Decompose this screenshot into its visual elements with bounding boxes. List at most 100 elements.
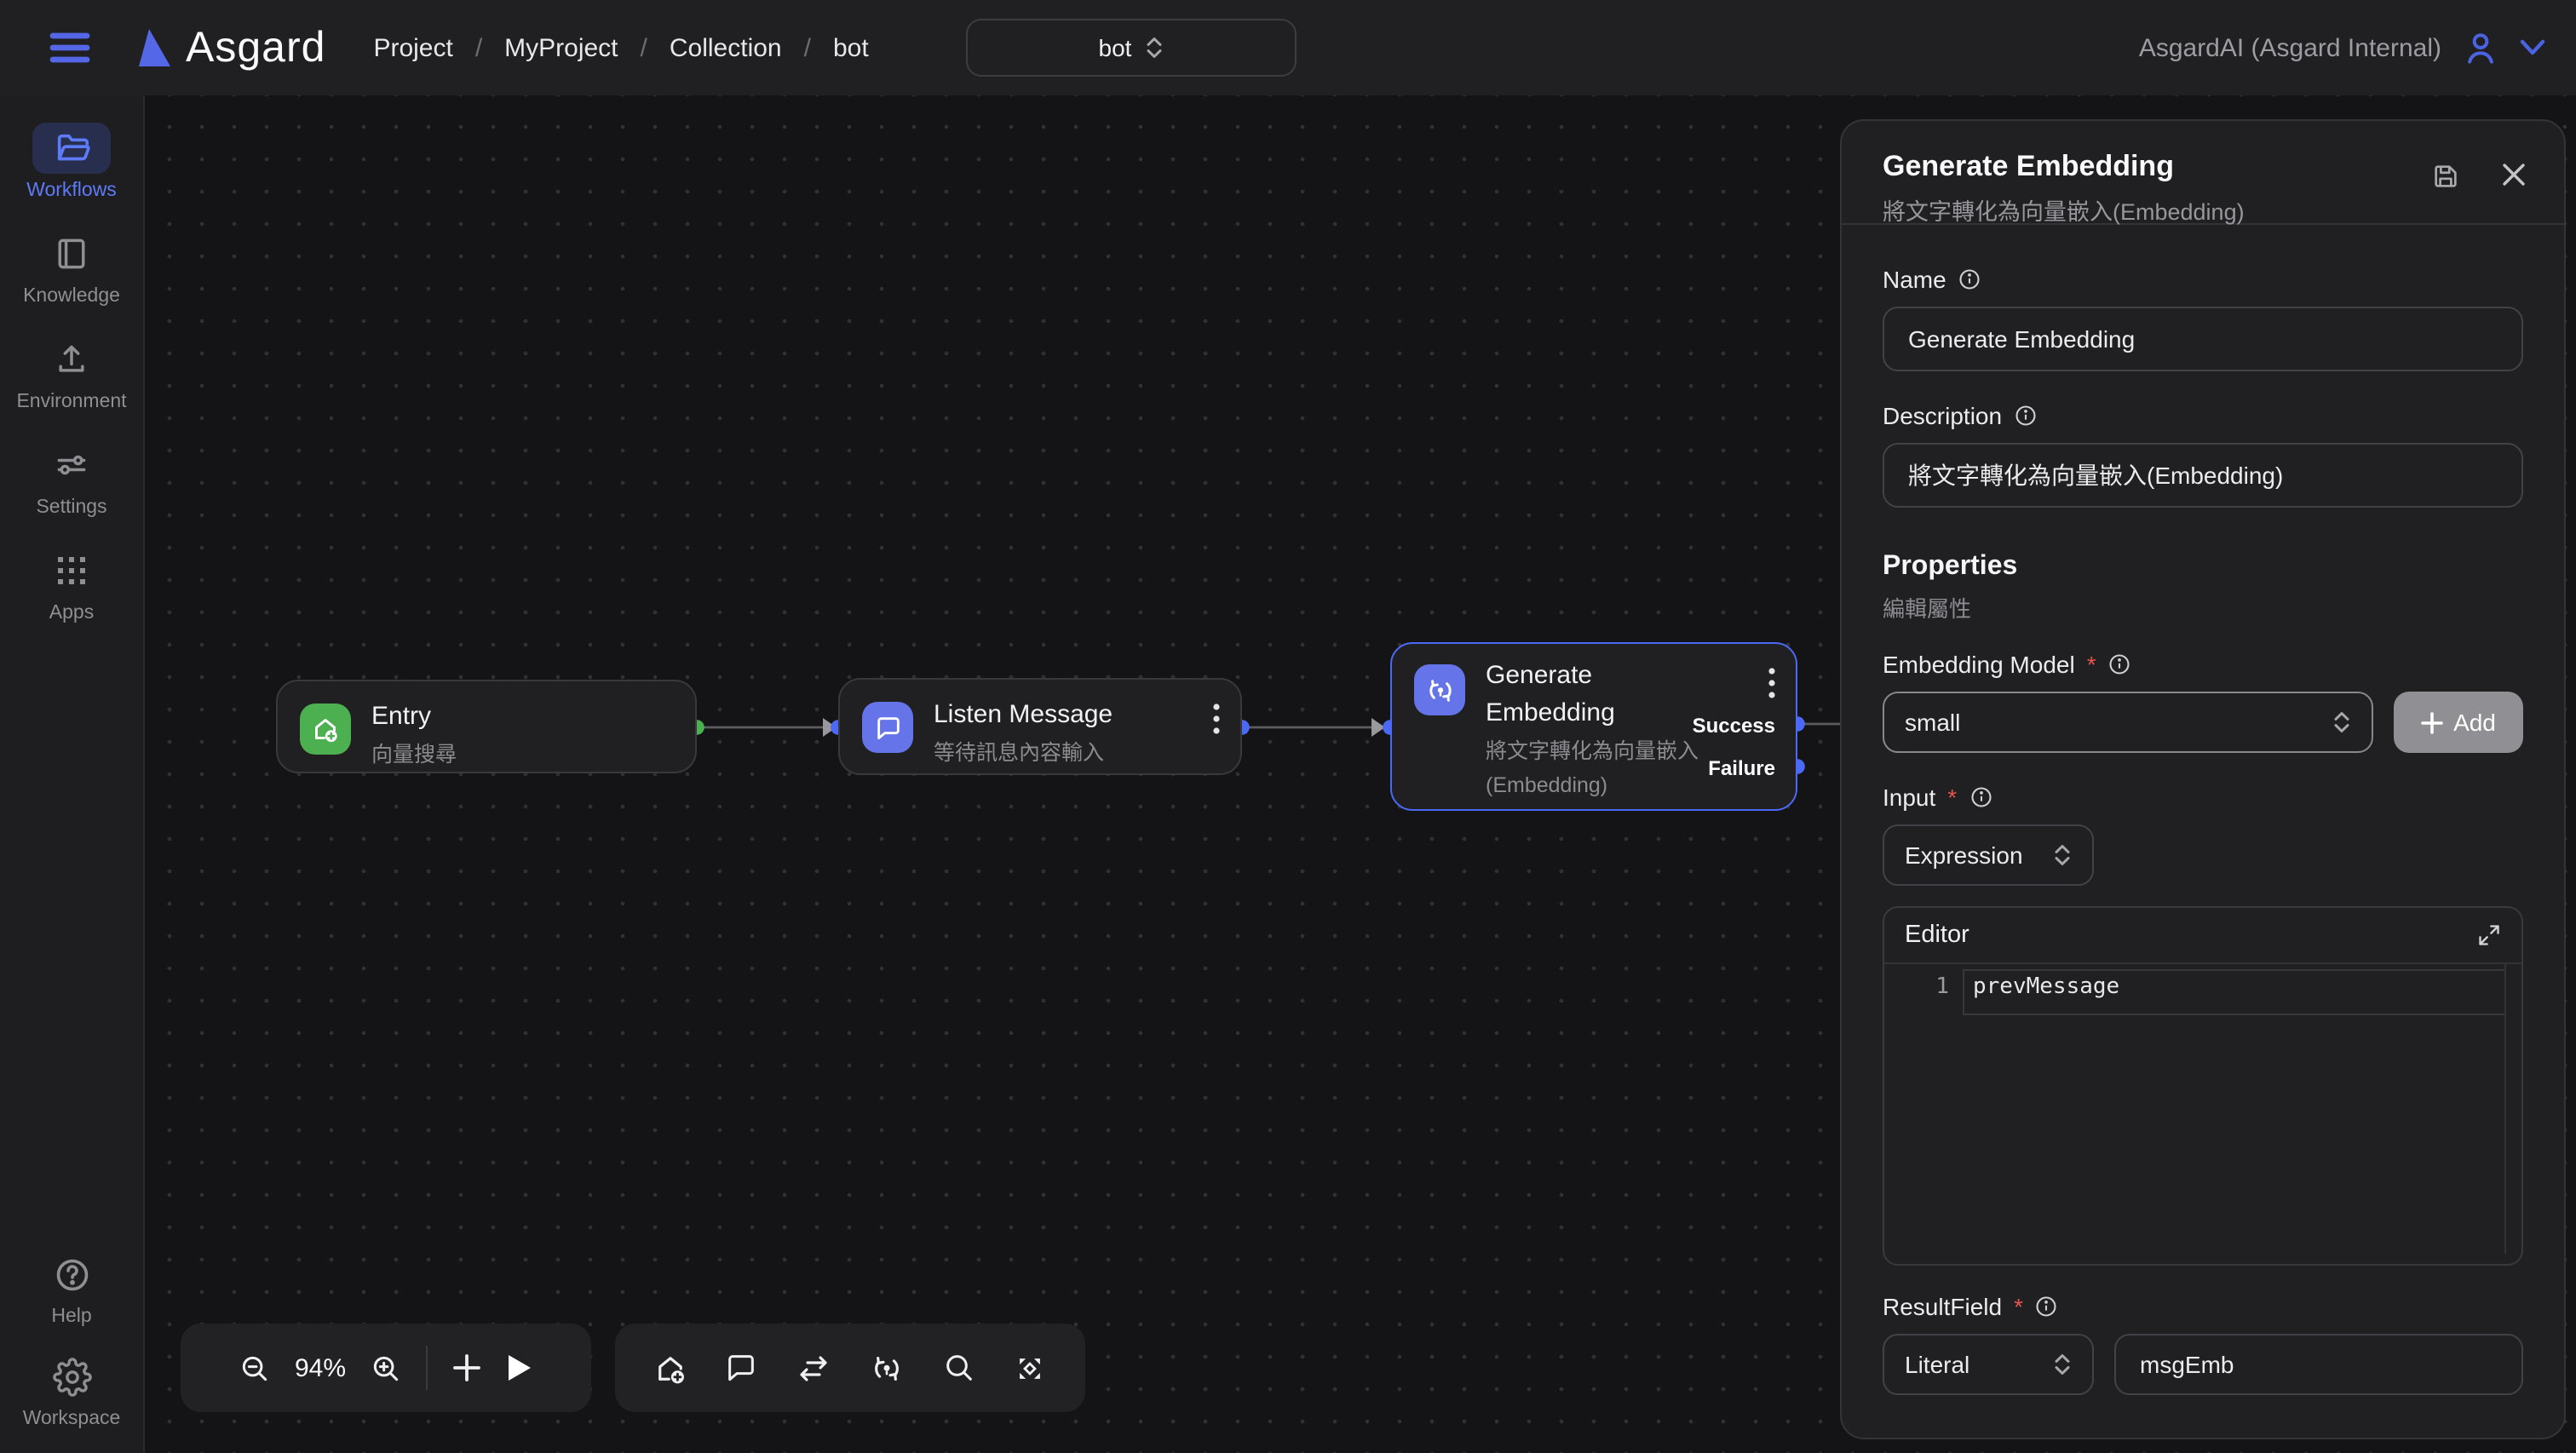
sidebar-item-label: Settings: [36, 497, 106, 518]
zoom-in-icon[interactable]: [370, 1352, 402, 1384]
description-label-text: Description: [1883, 402, 2002, 429]
panel-subtitle: 將文字轉化為向量嵌入(Embedding): [1883, 192, 2523, 227]
node-title: Entry: [371, 698, 457, 736]
chat-bubble-icon: [862, 702, 913, 753]
resultfield-input[interactable]: msgEmb: [2114, 1334, 2523, 1395]
breadcrumb-separator: /: [641, 33, 647, 62]
sidebar-item-label: Environment: [16, 392, 126, 412]
properties-title: Properties: [1883, 552, 2523, 583]
sidebar-item-label: Workflows: [26, 181, 117, 201]
embedding-model-label-text: Embedding Model: [1883, 651, 2075, 678]
resultfield-type-value: Literal: [1905, 1351, 1969, 1378]
add-button-label: Add: [2453, 709, 2496, 736]
description-field-label: Description: [1883, 402, 2523, 429]
workflow-select[interactable]: bot: [966, 19, 1297, 77]
node-subtitle: 等待訊息內容輸入: [934, 736, 1113, 770]
add-model-button[interactable]: Add: [2394, 692, 2523, 753]
name-input[interactable]: Generate Embedding: [1883, 307, 2523, 371]
top-bar: Asgard Project / MyProject / Collection …: [0, 0, 2576, 95]
upload-icon: [32, 334, 111, 385]
breadcrumb-separator: /: [475, 33, 482, 62]
play-icon[interactable]: [506, 1352, 533, 1383]
chevron-updown-icon: [2332, 710, 2351, 734]
kebab-menu-icon[interactable]: [1213, 704, 1220, 734]
app-window: Asgard Project / MyProject / Collection …: [0, 0, 2576, 1453]
expand-icon[interactable]: [2477, 923, 2501, 947]
arrows-swap-icon[interactable]: [796, 1350, 831, 1386]
node-generate-embedding[interactable]: Generate Embedding 將文字轉化為向量嵌入 (Embedding…: [1390, 642, 1797, 811]
resultfield-label: ResultField *: [1883, 1293, 2523, 1320]
toolbar-divider: [426, 1346, 428, 1390]
save-icon[interactable]: [2431, 162, 2460, 191]
name-field-label: Name: [1883, 266, 2523, 293]
breadcrumb-bot[interactable]: bot: [833, 33, 869, 62]
canvas-zoom-toolbar: 94%: [181, 1324, 591, 1412]
node-title-line1: Generate: [1486, 661, 1592, 690]
description-input-value: 將文字轉化為向量嵌入(Embedding): [1908, 458, 2283, 492]
move-diamond-icon[interactable]: [1012, 1350, 1048, 1386]
kebab-menu-icon[interactable]: [1768, 668, 1775, 698]
canvas-tools-toolbar: [615, 1324, 1085, 1412]
breadcrumb-myproject[interactable]: MyProject: [504, 33, 618, 62]
add-node-icon[interactable]: [451, 1352, 482, 1383]
resultfield-type-select[interactable]: Literal: [1883, 1334, 2094, 1395]
breadcrumb-collection[interactable]: Collection: [670, 33, 782, 62]
editor-scrollbar[interactable]: [2504, 962, 2506, 1254]
sidebar-footer: Help Workspace: [5, 1225, 138, 1429]
triangle-logo-icon: [136, 27, 172, 68]
port-label-failure: Failure: [1708, 756, 1775, 780]
input-type-select[interactable]: Expression: [1883, 824, 2094, 886]
close-icon[interactable]: [2501, 162, 2527, 191]
input-type-value: Expression: [1905, 841, 2023, 869]
zoom-level: 94%: [295, 1353, 346, 1382]
book-icon: [32, 228, 111, 279]
chevron-down-icon[interactable]: [2520, 39, 2545, 56]
help-circle-icon: [32, 1249, 111, 1300]
node-listen-message[interactable]: Listen Message 等待訊息內容輸入: [838, 678, 1242, 775]
sidebar-item-knowledge[interactable]: Knowledge: [5, 228, 138, 307]
sidebar-item-help[interactable]: Help: [5, 1249, 138, 1327]
chevron-updown-icon: [2053, 843, 2072, 867]
home-plus-icon[interactable]: [652, 1350, 687, 1386]
sidebar-item-workspace[interactable]: Workspace: [5, 1351, 138, 1429]
port-label-success: Success: [1693, 714, 1775, 738]
sidebar-item-label: Apps: [49, 603, 94, 623]
chat-bubble-icon[interactable]: [725, 1351, 759, 1385]
info-icon[interactable]: [2014, 404, 2038, 428]
user-icon[interactable]: [2462, 29, 2499, 66]
account-label: AsgardAI (Asgard Internal): [2139, 33, 2441, 62]
info-icon[interactable]: [2108, 652, 2132, 676]
node-entry[interactable]: Entry 向量搜尋: [276, 680, 697, 773]
app-logo-text: Asgard: [186, 23, 325, 72]
embedding-refresh-icon[interactable]: [869, 1350, 905, 1386]
line-number: 1: [1884, 974, 1973, 1000]
hamburger-menu-icon[interactable]: [48, 31, 92, 65]
sidebar: Workflows Knowledge Environment Settings…: [0, 95, 145, 1453]
input-label-text: Input: [1883, 784, 1935, 811]
node-title: Listen Message: [934, 697, 1113, 734]
sidebar-item-settings[interactable]: Settings: [5, 439, 138, 518]
sidebar-item-apps[interactable]: Apps: [5, 545, 138, 623]
description-input[interactable]: 將文字轉化為向量嵌入(Embedding): [1883, 443, 2523, 508]
home-plus-icon: [300, 704, 351, 755]
sidebar-item-workflows[interactable]: Workflows: [5, 123, 138, 201]
app-logo[interactable]: Asgard: [136, 23, 325, 72]
editor-header: Editor: [1884, 908, 2521, 964]
grid-dots-icon: [32, 545, 111, 596]
search-icon[interactable]: [941, 1351, 975, 1385]
chevron-updown-icon: [2053, 1352, 2072, 1376]
breadcrumb-project[interactable]: Project: [373, 33, 452, 62]
info-icon[interactable]: [1958, 267, 1982, 291]
sidebar-item-environment[interactable]: Environment: [5, 334, 138, 412]
properties-subtitle: 編輯屬性: [1883, 591, 2523, 623]
node-subtitle: 向量搜尋: [371, 738, 457, 772]
embedding-model-select[interactable]: small: [1883, 692, 2373, 753]
breadcrumb: Project / MyProject / Collection / bot: [373, 33, 868, 62]
info-icon[interactable]: [1969, 785, 1992, 809]
code-area[interactable]: 1 prevMessage: [1884, 964, 2521, 1010]
info-icon[interactable]: [2035, 1295, 2059, 1318]
editor-title: Editor: [1905, 922, 1969, 949]
account-area: AsgardAI (Asgard Internal): [2139, 29, 2545, 66]
zoom-out-icon[interactable]: [239, 1352, 271, 1384]
plus-icon: [2421, 711, 2443, 733]
